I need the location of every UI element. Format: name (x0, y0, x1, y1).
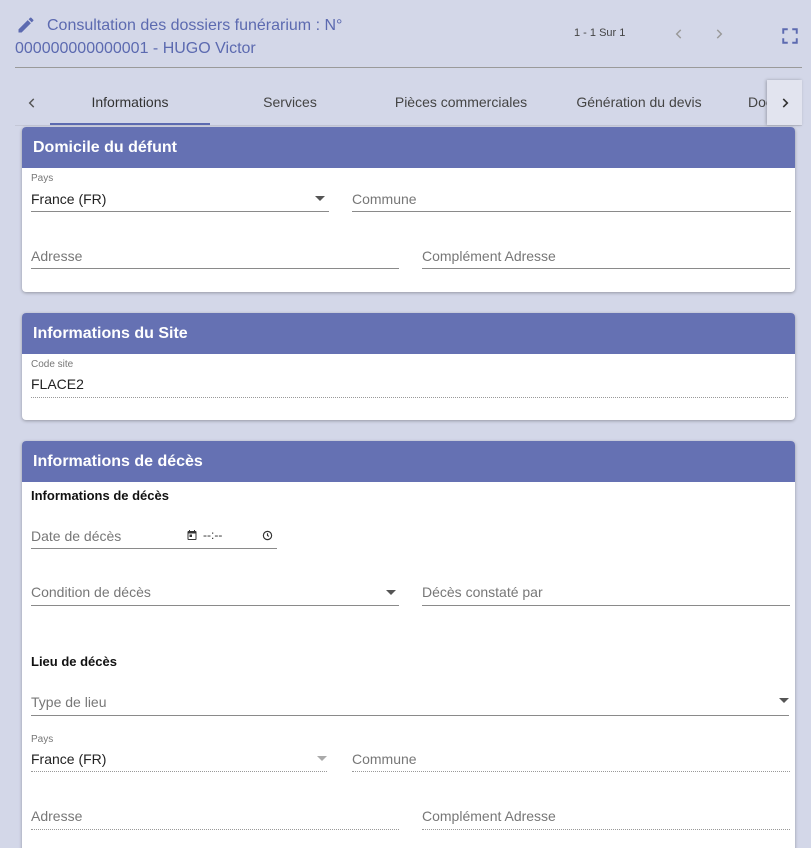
domicile-pays-value: France (FR) (31, 191, 107, 207)
lieu-commune-placeholder: Commune (352, 751, 417, 767)
lieu-commune-input: Commune (352, 734, 790, 774)
lieu-complement-placeholder: Complément Adresse (422, 808, 556, 824)
chevron-right-icon (716, 29, 723, 39)
calendar-icon[interactable] (186, 529, 198, 541)
domicile-complement-placeholder: Complément Adresse (422, 248, 556, 264)
lieu-adresse-input: Adresse (31, 805, 399, 835)
clock-icon[interactable] (262, 530, 273, 541)
deces-time-value[interactable]: --:-- (203, 528, 222, 542)
domicile-pays-select[interactable]: Pays France (FR) (31, 173, 329, 213)
deces-constate-input[interactable]: Décès constaté par (422, 577, 790, 607)
chevron-down-icon (779, 698, 789, 703)
tabs-scroll-left-button[interactable] (15, 80, 49, 125)
pager-count: 1 - 1 Sur 1 (574, 27, 626, 39)
tab-pieces-commerciales[interactable]: Pièces commerciales (381, 80, 541, 125)
tab-generation-devis[interactable]: Génération du devis (559, 80, 719, 125)
lieu-pays-value: France (FR) (31, 751, 107, 767)
fullscreen-icon[interactable] (781, 27, 799, 45)
domicile-pays-label: Pays (31, 173, 54, 184)
type-lieu-select[interactable]: Type de lieu (31, 686, 789, 716)
domicile-adresse-input[interactable]: Adresse (31, 237, 399, 271)
page-title: Consultation des dossiers funérarium : N… (15, 17, 343, 57)
tabs-scroll-right-button[interactable] (767, 80, 802, 125)
deces-date-placeholder: Date de décès (31, 528, 122, 544)
deces-card: Informations de décès Informations de dé… (22, 441, 795, 848)
site-code-label: Code site (31, 359, 74, 370)
chevron-left-icon (675, 29, 682, 39)
prev-record-button[interactable] (668, 22, 690, 46)
next-record-button[interactable] (708, 22, 730, 46)
chevron-right-icon (782, 97, 788, 108)
header-divider (15, 67, 802, 68)
site-card-title: Informations du Site (22, 313, 795, 354)
tab-documents[interactable]: Documents (748, 80, 767, 125)
domicile-card: Domicile du défunt Pays France (FR) Comm… (22, 127, 795, 292)
deces-constate-placeholder: Décès constaté par (422, 584, 543, 600)
type-lieu-placeholder: Type de lieu (31, 694, 107, 710)
domicile-commune-placeholder: Commune (352, 191, 417, 207)
deces-date-input[interactable]: Date de décès --:-- (31, 521, 277, 549)
lieu-deces-subtitle: Lieu de décès (31, 654, 117, 669)
tab-bar: Informations Services Pièces commerciale… (15, 80, 802, 126)
page-header: Consultation des dossiers funérarium : N… (0, 0, 811, 70)
lieu-adresse-placeholder: Adresse (31, 808, 83, 824)
site-card: Informations du Site Code site FLACE2 (22, 313, 795, 420)
deces-card-title: Informations de décès (22, 441, 795, 482)
deces-subtitle: Informations de décès (31, 488, 169, 503)
chevron-down-icon (315, 196, 325, 201)
lieu-complement-input: Complément Adresse (422, 805, 790, 835)
chevron-left-icon (28, 97, 35, 108)
lieu-pays-label: Pays (31, 734, 54, 745)
tab-services[interactable]: Services (210, 80, 370, 125)
domicile-complement-input[interactable]: Complément Adresse (422, 237, 790, 271)
deces-condition-select[interactable]: Condition de décès (31, 577, 399, 607)
domicile-commune-input[interactable]: Commune (352, 173, 791, 213)
site-code-value: FLACE2 (31, 376, 84, 392)
site-code-field: Code site FLACE2 (31, 359, 788, 399)
chevron-down-icon (317, 756, 327, 761)
lieu-pays-select: Pays France (FR) (31, 734, 327, 774)
tab-informations[interactable]: Informations (50, 80, 210, 125)
domicile-adresse-placeholder: Adresse (31, 248, 83, 264)
chevron-down-icon (386, 590, 396, 595)
domicile-card-title: Domicile du défunt (22, 127, 795, 168)
deces-condition-placeholder: Condition de décès (31, 584, 151, 600)
